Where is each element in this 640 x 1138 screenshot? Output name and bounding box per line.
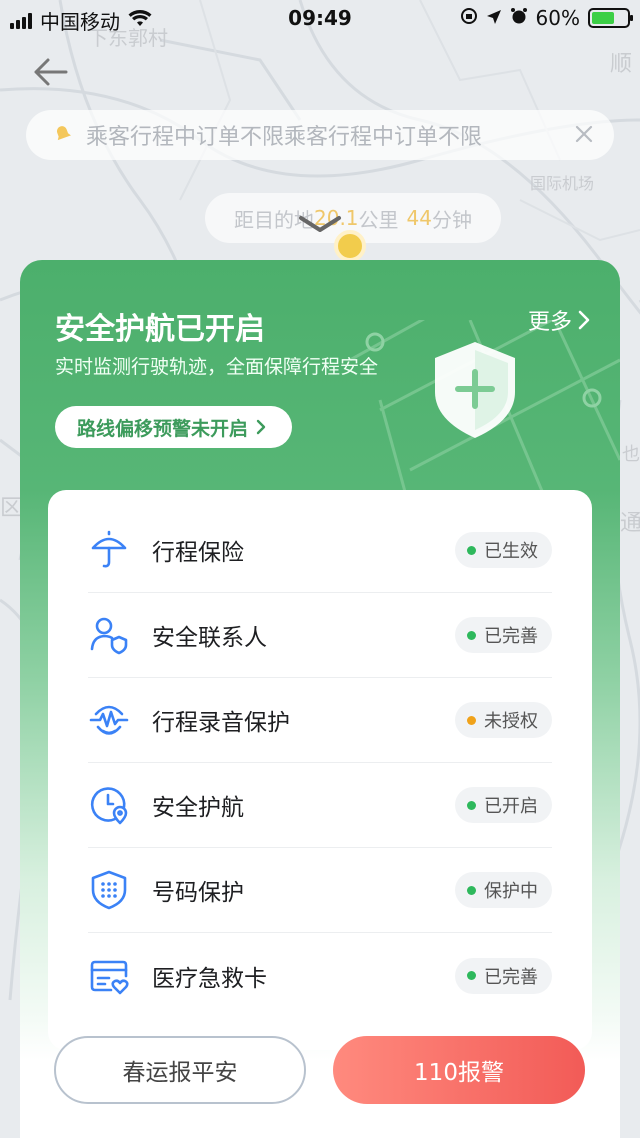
item-label: 行程保险 — [152, 540, 244, 566]
location-arrow-icon — [486, 6, 502, 30]
status-dot — [467, 971, 476, 980]
cellular-signal-icon — [10, 12, 32, 29]
collapse-chevron-icon[interactable] — [297, 212, 343, 236]
status-badge: 已开启 — [455, 787, 552, 823]
contact-shield-icon — [88, 614, 130, 656]
back-button[interactable] — [28, 52, 72, 96]
distance-km-unit: 公里 — [358, 207, 399, 232]
safety-feature-list: 行程保险 已生效 安全联系人 已完善 行程录音保护 未授权 安全护航 已开启 号… — [48, 490, 592, 1050]
list-item-trip-insurance[interactable]: 行程保险 已生效 — [88, 508, 552, 593]
status-dot — [467, 630, 476, 640]
status-dot — [467, 800, 476, 810]
back-arrow-icon — [34, 58, 68, 86]
map-label-tong: 通 — [620, 511, 640, 536]
status-dot — [467, 885, 476, 895]
list-item-medical-card[interactable]: 医疗急救卡 已完善 — [88, 933, 552, 1018]
close-icon — [575, 125, 593, 143]
eta-unit: 分钟 — [431, 207, 472, 232]
status-text: 已完善 — [484, 626, 538, 647]
status-badge: 已完善 — [455, 957, 552, 994]
status-text: 保护中 — [484, 881, 538, 902]
bell-icon — [52, 123, 76, 147]
keypad-shield-icon — [88, 869, 130, 911]
list-item-emergency-contact[interactable]: 安全联系人 已完善 — [88, 593, 552, 678]
safety-panel: 安全护航已开启 实时监测行驶轨迹，全面保障行程安全 更多 路线偏移预警未开启 行… — [20, 260, 620, 1138]
list-item-trip-recording[interactable]: 行程录音保护 未授权 — [88, 678, 552, 763]
more-link[interactable]: 更多 — [528, 304, 590, 336]
map-label-shun: 顺 — [610, 52, 633, 77]
status-text: 已生效 — [484, 541, 538, 562]
medical-card-icon — [88, 955, 130, 997]
eta-minutes: 44 — [406, 206, 432, 230]
status-text: 已完善 — [484, 966, 538, 988]
status-badge: 保护中 — [455, 872, 552, 908]
status-badge: 已完善 — [455, 617, 552, 653]
clock-location-icon — [88, 784, 130, 826]
notice-close-button[interactable] — [564, 121, 604, 149]
route-deviation-alert-button[interactable]: 路线偏移预警未开启 — [55, 406, 293, 448]
safety-shield-illustration — [350, 320, 620, 510]
map-label-ye: 也 — [622, 444, 640, 465]
list-item-number-protection[interactable]: 号码保护 保护中 — [88, 848, 552, 933]
vehicle-location-pin-icon — [334, 230, 366, 262]
status-text: 已开启 — [484, 796, 538, 817]
item-label: 医疗急救卡 — [152, 965, 267, 992]
map-label-airport: 国际机场 — [530, 174, 595, 193]
status-bar: 中国移动 09:49 60% — [0, 0, 640, 36]
chevron-right-icon — [256, 419, 266, 435]
map-label-district: 区 — [0, 496, 23, 521]
status-badge: 已生效 — [455, 532, 552, 568]
status-badge: 未授权 — [455, 702, 552, 738]
panel-subtitle: 实时监测行驶轨迹，全面保障行程安全 — [55, 356, 379, 378]
carrier-name: 中国移动 — [40, 10, 120, 34]
item-label: 安全联系人 — [152, 625, 267, 651]
notice-text: 乘客行程中订单不限乘客行程中订单不限 — [86, 125, 483, 150]
status-dot — [467, 715, 476, 725]
call-police-button[interactable]: 110报警 — [333, 1036, 585, 1104]
item-label: 安全护航 — [152, 795, 244, 821]
item-label: 号码保护 — [152, 880, 244, 906]
notice-bar[interactable]: 乘客行程中订单不限乘客行程中订单不限 — [26, 110, 614, 160]
battery-icon — [588, 8, 633, 28]
audio-recording-icon — [88, 699, 130, 741]
orientation-lock-icon — [460, 6, 478, 30]
report-safety-button[interactable]: 春运报平安 — [54, 1036, 306, 1104]
battery-percent: 60% — [535, 6, 580, 30]
route-alert-label: 路线偏移预警未开启 — [77, 417, 249, 440]
list-item-safety-escort[interactable]: 安全护航 已开启 — [88, 763, 552, 848]
status-dot — [467, 545, 476, 555]
panel-title: 安全护航已开启 — [55, 312, 265, 347]
status-text: 未授权 — [484, 711, 538, 732]
item-label: 行程录音保护 — [152, 710, 290, 736]
wifi-icon — [128, 9, 152, 33]
umbrella-icon — [88, 529, 130, 571]
chevron-right-icon — [578, 310, 590, 330]
alarm-clock-icon — [510, 6, 528, 30]
more-label: 更多 — [527, 310, 572, 335]
